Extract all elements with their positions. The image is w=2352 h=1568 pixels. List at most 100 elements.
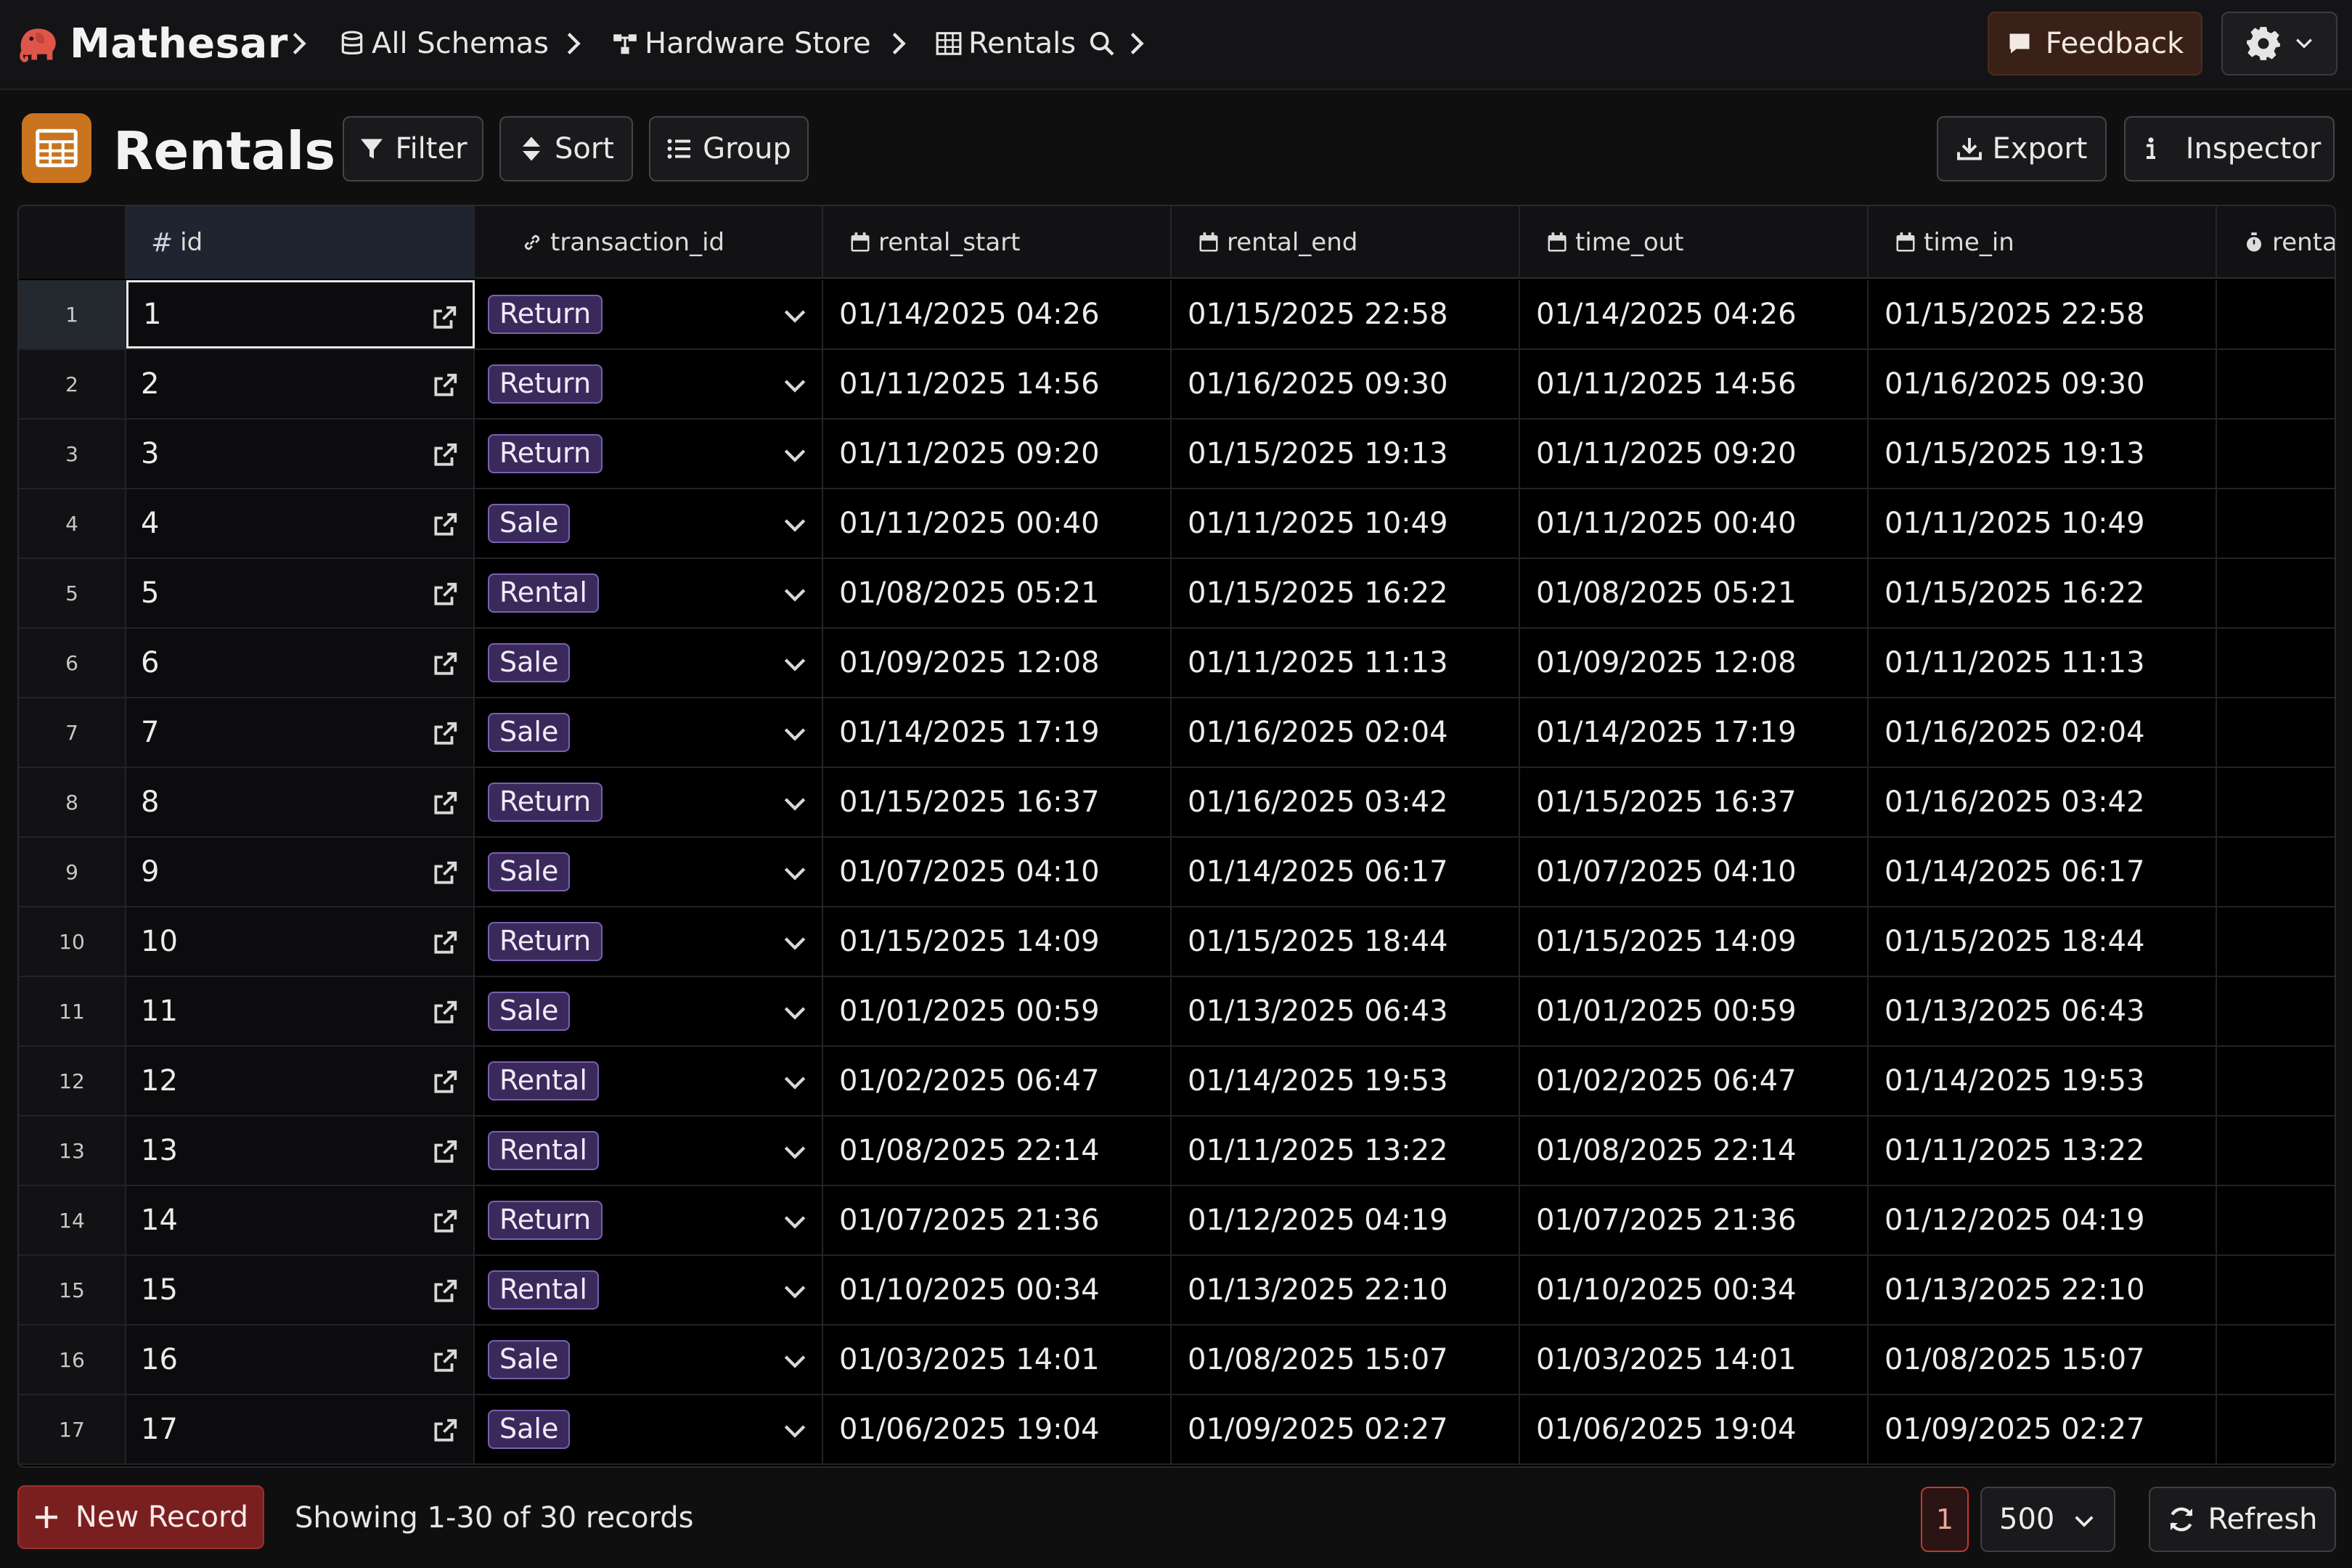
transaction-id-cell[interactable]: Return	[475, 907, 823, 976]
row-number[interactable]: 5	[19, 559, 126, 627]
transaction-id-cell[interactable]: Sale	[475, 629, 823, 697]
id-cell[interactable]: 6	[126, 629, 475, 697]
time-in-cell[interactable]: 01/09/2025 02:27	[1869, 1395, 2217, 1463]
renta-cell[interactable]	[2217, 907, 2335, 976]
rental-start-cell[interactable]: 01/15/2025 16:37	[823, 768, 1172, 836]
chevron-down-icon[interactable]	[783, 587, 807, 604]
open-record-icon[interactable]	[430, 304, 458, 332]
id-cell[interactable]: 14	[126, 1186, 475, 1254]
chevron-down-icon[interactable]	[783, 726, 807, 743]
transaction-id-cell[interactable]: Sale	[475, 489, 823, 558]
time-in-cell[interactable]: 01/13/2025 22:10	[1869, 1256, 2217, 1324]
open-record-icon[interactable]	[431, 859, 459, 887]
renta-cell[interactable]	[2217, 559, 2335, 627]
rental-start-cell[interactable]: 01/10/2025 00:34	[823, 1256, 1172, 1324]
rental-end-cell[interactable]: 01/13/2025 06:43	[1172, 977, 1520, 1045]
id-cell[interactable]: 12	[126, 1047, 475, 1115]
id-cell[interactable]: 3	[126, 420, 475, 488]
transaction-id-cell[interactable]: Return	[475, 1186, 823, 1254]
time-in-cell[interactable]: 01/15/2025 22:58	[1869, 280, 2217, 348]
new-record-button[interactable]: New Record	[17, 1485, 264, 1549]
chevron-down-icon[interactable]	[783, 935, 807, 952]
renta-cell[interactable]	[2217, 1256, 2335, 1324]
row-number[interactable]: 7	[19, 698, 126, 767]
time-out-cell[interactable]: 01/08/2025 05:21	[1520, 559, 1869, 627]
rental-end-cell[interactable]: 01/16/2025 03:42	[1172, 768, 1520, 836]
open-record-icon[interactable]	[431, 1208, 459, 1236]
breadcrumb-hardware-store[interactable]: Hardware Store	[611, 22, 871, 65]
time-out-cell[interactable]: 01/10/2025 00:34	[1520, 1256, 1869, 1324]
feedback-button[interactable]: Feedback	[1988, 12, 2202, 75]
filter-button[interactable]: Filter	[343, 116, 483, 181]
open-record-icon[interactable]	[431, 790, 459, 817]
rental-end-cell[interactable]: 01/15/2025 22:58	[1172, 280, 1520, 348]
rental-end-cell[interactable]: 01/15/2025 19:13	[1172, 420, 1520, 488]
time-out-cell[interactable]: 01/07/2025 21:36	[1520, 1186, 1869, 1254]
time-out-cell[interactable]: 01/11/2025 14:56	[1520, 350, 1869, 418]
renta-cell[interactable]	[2217, 1395, 2335, 1463]
rental-start-cell[interactable]: 01/11/2025 09:20	[823, 420, 1172, 488]
renta-cell[interactable]	[2217, 280, 2335, 348]
transaction-id-cell[interactable]: Rental	[475, 1047, 823, 1115]
row-number[interactable]: 12	[19, 1047, 126, 1115]
time-in-cell[interactable]: 01/08/2025 15:07	[1869, 1326, 2217, 1394]
open-record-icon[interactable]	[431, 441, 459, 469]
sort-button[interactable]: Sort	[499, 116, 633, 181]
chevron-down-icon[interactable]	[783, 1283, 807, 1301]
chevron-down-icon[interactable]	[783, 1353, 807, 1371]
renta-cell[interactable]	[2217, 350, 2335, 418]
id-cell[interactable]: 11	[126, 977, 475, 1045]
time-in-cell[interactable]: 01/11/2025 11:13	[1869, 629, 2217, 697]
open-record-icon[interactable]	[431, 720, 459, 748]
row-number[interactable]: 8	[19, 768, 126, 836]
transaction-id-cell[interactable]: Sale	[475, 698, 823, 767]
open-record-icon[interactable]	[431, 511, 459, 539]
open-record-icon[interactable]	[431, 929, 459, 957]
chevron-down-icon[interactable]	[783, 1005, 807, 1022]
rental-start-cell[interactable]: 01/07/2025 21:36	[823, 1186, 1172, 1254]
time-in-cell[interactable]: 01/11/2025 10:49	[1869, 489, 2217, 558]
rental-start-cell[interactable]: 01/08/2025 05:21	[823, 559, 1172, 627]
transaction-id-cell[interactable]: Return	[475, 350, 823, 418]
renta-cell[interactable]	[2217, 768, 2335, 836]
open-record-icon[interactable]	[431, 1069, 459, 1096]
time-in-cell[interactable]: 01/16/2025 02:04	[1869, 698, 2217, 767]
rental-end-cell[interactable]: 01/16/2025 02:04	[1172, 698, 1520, 767]
open-record-icon[interactable]	[431, 999, 459, 1026]
transaction-id-cell[interactable]: Rental	[475, 559, 823, 627]
row-number[interactable]: 16	[19, 1326, 126, 1394]
open-record-icon[interactable]	[431, 1417, 459, 1445]
id-cell[interactable]: 5	[126, 559, 475, 627]
id-cell[interactable]: 2	[126, 350, 475, 418]
time-in-cell[interactable]: 01/15/2025 16:22	[1869, 559, 2217, 627]
transaction-id-cell[interactable]: Return	[475, 280, 823, 348]
column-header-time-out[interactable]: time_out	[1520, 206, 1869, 279]
rental-end-cell[interactable]: 01/12/2025 04:19	[1172, 1186, 1520, 1254]
rental-end-cell[interactable]: 01/16/2025 09:30	[1172, 350, 1520, 418]
id-cell[interactable]: 13	[126, 1116, 475, 1185]
column-header-transaction-id[interactable]: transaction_id	[475, 206, 823, 279]
chevron-down-icon[interactable]	[783, 1214, 807, 1231]
row-number[interactable]: 9	[19, 838, 126, 906]
renta-cell[interactable]	[2217, 629, 2335, 697]
column-header-id[interactable]: # id	[126, 206, 475, 279]
transaction-id-cell[interactable]: Rental	[475, 1116, 823, 1185]
inspector-button[interactable]: Inspector	[2124, 116, 2335, 181]
rental-end-cell[interactable]: 01/11/2025 10:49	[1172, 489, 1520, 558]
settings-menu-button[interactable]	[2221, 12, 2337, 75]
id-cell[interactable]: 15	[126, 1256, 475, 1324]
id-cell[interactable]: 1	[126, 280, 475, 348]
rental-start-cell[interactable]: 01/06/2025 19:04	[823, 1395, 1172, 1463]
chevron-down-icon[interactable]	[783, 1074, 807, 1092]
rental-end-cell[interactable]: 01/15/2025 16:22	[1172, 559, 1520, 627]
transaction-id-cell[interactable]: Sale	[475, 838, 823, 906]
chevron-down-icon[interactable]	[783, 1423, 807, 1440]
refresh-button[interactable]: Refresh	[2149, 1487, 2336, 1552]
row-number[interactable]: 2	[19, 350, 126, 418]
id-cell[interactable]: 4	[126, 489, 475, 558]
time-out-cell[interactable]: 01/02/2025 06:47	[1520, 1047, 1869, 1115]
open-record-icon[interactable]	[431, 372, 459, 399]
row-number[interactable]: 14	[19, 1186, 126, 1254]
group-button[interactable]: Group	[649, 116, 809, 181]
rental-start-cell[interactable]: 01/14/2025 17:19	[823, 698, 1172, 767]
